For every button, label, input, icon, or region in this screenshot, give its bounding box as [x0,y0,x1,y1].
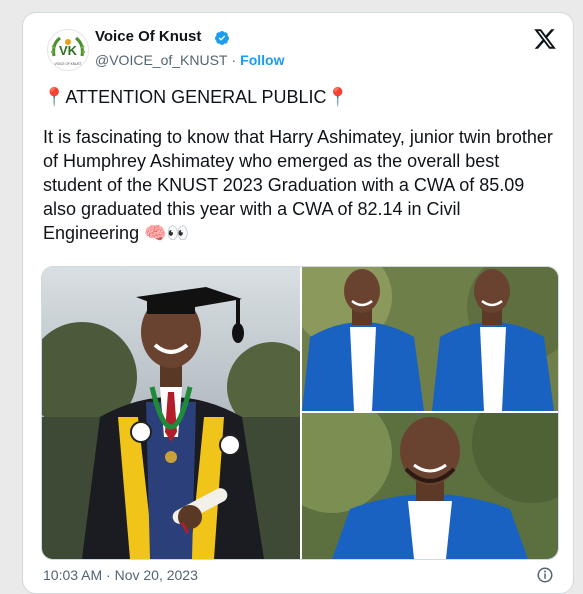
tweet-body: It is fascinating to know that Harry Ash… [43,127,553,243]
info-icon[interactable] [536,566,554,584]
smiling-man-photo-art [302,413,558,559]
verified-badge-icon [215,31,229,45]
voice-of-knust-logo: VK VOICE OF KNUST [48,30,88,70]
photo-graduate[interactable] [42,267,300,559]
photo-twins[interactable] [302,267,558,411]
avatar[interactable]: VK VOICE OF KNUST [47,29,89,71]
follow-button[interactable]: Follow [240,52,284,68]
separator-dot: · [231,52,237,68]
author-name[interactable]: Voice Of Knust [95,28,201,45]
logo-letters: VK [59,43,78,58]
tweet-headline-line: 📍ATTENTION GENERAL PUBLIC📍 [43,85,555,109]
x-logo-icon[interactable] [533,27,557,51]
tweet-card: VK VOICE OF KNUST Voice Of Knust @VOICE_… [22,12,574,594]
logo-caption: VOICE OF KNUST [55,62,82,66]
tweet-header: VK VOICE OF KNUST Voice Of Knust @VOICE_… [23,13,573,93]
tweet-timestamp[interactable]: 10:03 AM · Nov 20, 2023 [43,567,198,583]
tweet-text: 📍ATTENTION GENERAL PUBLIC📍 It is fascina… [43,85,555,261]
pin-emoji-right: 📍 [326,87,349,107]
tweet-headline: ATTENTION GENERAL PUBLIC [65,87,327,107]
twins-photo-art [302,267,558,411]
author-handle[interactable]: @VOICE_of_KNUST [95,52,227,68]
tweet-media [41,266,559,560]
graduate-photo-art [42,267,300,559]
handle-row: @VOICE_of_KNUST · Follow [95,52,284,68]
pin-emoji-left: 📍 [43,87,66,107]
photo-smiling-man[interactable] [302,413,558,559]
